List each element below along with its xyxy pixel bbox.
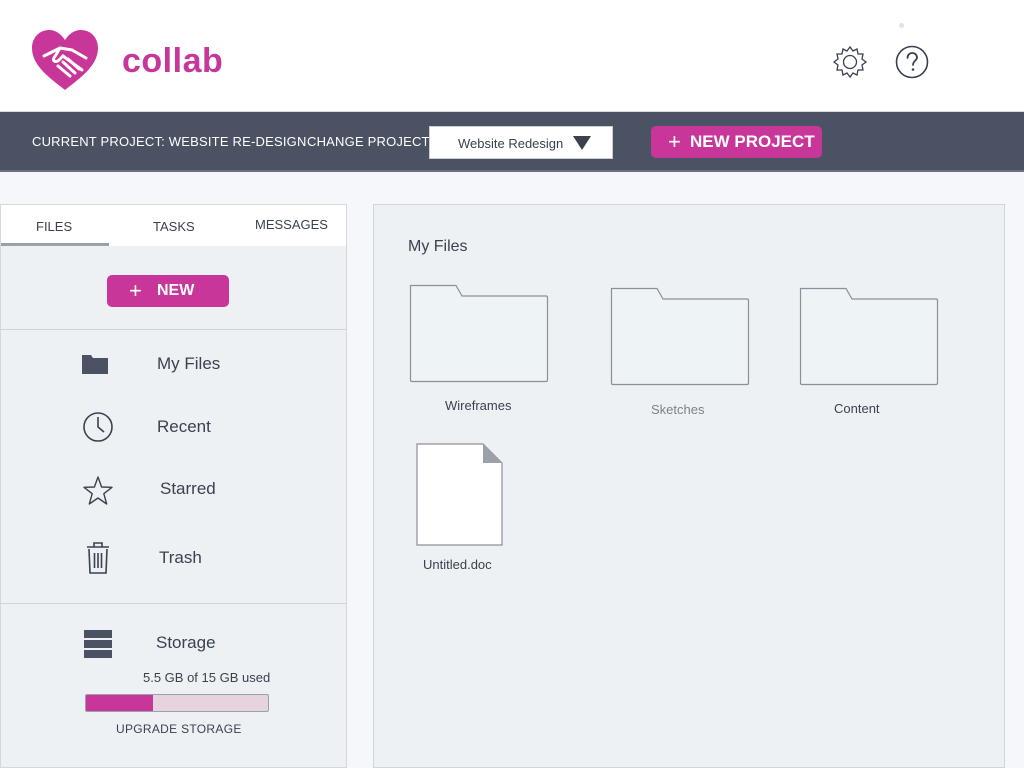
clock-icon — [83, 412, 113, 442]
sidebar-item-label: Recent — [157, 417, 211, 436]
new-button[interactable]: + NEW — [107, 275, 229, 307]
folder-icon — [799, 287, 939, 386]
trash-icon — [87, 542, 109, 574]
storage-progress-bar — [85, 694, 269, 712]
sidebar-item-my-files[interactable]: My Files — [1, 339, 346, 389]
new-project-label: NEW PROJECT — [690, 132, 815, 151]
heart-handshake-logo-icon — [32, 30, 98, 90]
top-header: collab — [0, 0, 1024, 112]
tab-tasks-label: TASKS — [153, 219, 195, 234]
sidebar-tabs: FILES TASKS MESSAGES — [1, 205, 346, 246]
file-untitled-doc[interactable]: Untitled.doc — [416, 443, 504, 572]
plus-icon: + — [129, 278, 142, 303]
current-project-label: CURRENT PROJECT: WEBSITE RE-DESIGN — [32, 134, 307, 149]
tab-tasks[interactable]: TASKS — [109, 205, 227, 246]
settings-button[interactable] — [832, 44, 868, 80]
help-button[interactable] — [894, 44, 930, 80]
sidebar-item-label: Trash — [159, 548, 202, 567]
sidebar-item-starred[interactable]: Starred — [1, 463, 346, 513]
new-project-button[interactable]: + NEW PROJECT — [651, 126, 822, 158]
project-select[interactable]: Website Redesign — [429, 126, 613, 159]
folder-icon — [82, 355, 108, 374]
folder-wireframes[interactable]: Wireframes — [409, 284, 549, 413]
divider — [1, 329, 346, 330]
change-project-label: CHANGE PROJECT: — [307, 134, 433, 149]
tab-messages[interactable]: MESSAGES — [227, 205, 346, 246]
new-button-label: NEW — [157, 282, 195, 299]
star-icon — [83, 476, 113, 505]
sidebar-item-trash[interactable]: Trash — [1, 531, 346, 581]
folder-content[interactable]: Content — [799, 287, 939, 416]
app-brand-name: collab — [122, 42, 224, 80]
folder-name: Sketches — [651, 402, 705, 417]
sidebar-item-recent[interactable]: Recent — [1, 401, 346, 451]
storage-usage-text: 5.5 GB of 15 GB used — [143, 670, 271, 685]
indicator-dot — [899, 23, 904, 28]
sidebar-item-label: My Files — [157, 354, 221, 373]
folder-name: Wireframes — [445, 398, 512, 413]
question-circle-icon — [895, 45, 929, 79]
folder-icon — [409, 284, 549, 383]
document-icon — [416, 443, 503, 546]
storage-label: Storage — [156, 633, 216, 652]
upgrade-storage-link[interactable]: UPGRADE STORAGE — [116, 722, 242, 736]
gear-icon — [832, 45, 868, 79]
tab-files[interactable]: FILES — [1, 205, 109, 246]
folder-sketches[interactable]: Sketches — [610, 287, 750, 417]
storage-stack-icon — [84, 630, 112, 658]
tab-messages-label: MESSAGES — [255, 217, 328, 232]
tab-files-label: FILES — [36, 219, 73, 234]
project-select-value: Website Redesign — [458, 136, 564, 151]
divider — [1, 603, 346, 604]
folder-name: Content — [834, 401, 880, 416]
folder-icon — [610, 287, 750, 386]
file-name: Untitled.doc — [423, 557, 492, 572]
storage-progress-fill — [86, 695, 153, 711]
plus-icon: + — [668, 129, 681, 154]
sidebar-item-label: Starred — [160, 479, 216, 498]
dropdown-triangle-icon — [573, 136, 591, 150]
sidebar: FILES TASKS MESSAGES + NEW My Files Rece… — [0, 204, 347, 768]
page-title: My Files — [408, 238, 468, 255]
files-panel: My Files Wireframes Sketches Content Unt… — [373, 204, 1005, 768]
